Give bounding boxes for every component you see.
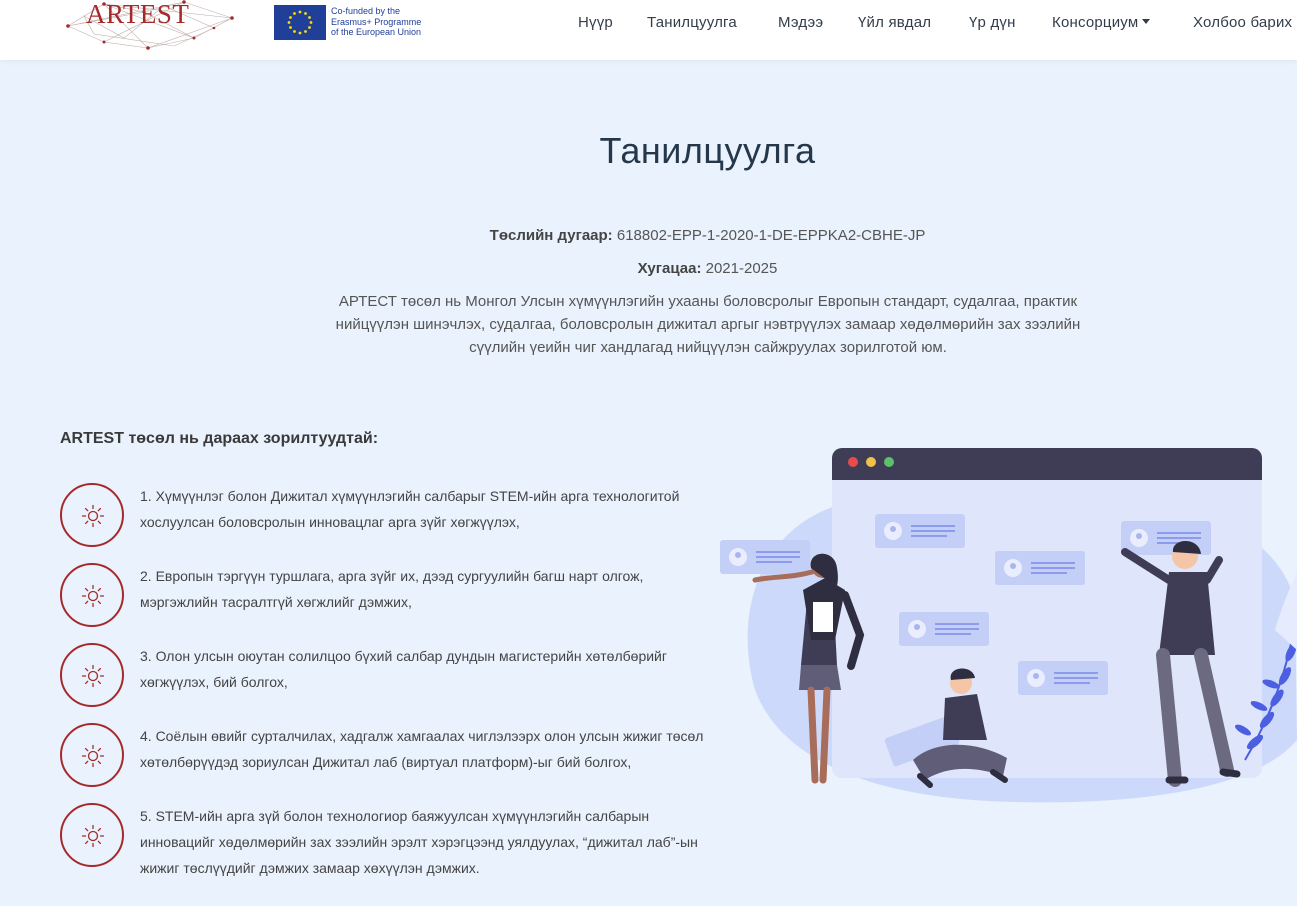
goal-item: 1. Хүмүүнлэг болон Дижитал хүмүүнлэгийн …	[60, 483, 710, 547]
goal-item: 5. STEM-ийн арга зүй болон технологиор б…	[60, 803, 710, 883]
nav-introduction[interactable]: Танилцуулга	[647, 14, 737, 31]
sun-icon	[81, 664, 105, 688]
goal-badge	[60, 723, 124, 787]
nav-results[interactable]: Үр дүн	[969, 14, 1016, 31]
goal-text: 1. Хүмүүнлэг болон Дижитал хүмүүнлэгийн …	[140, 488, 680, 530]
duration-label: Хугацаа:	[637, 260, 702, 277]
sun-icon	[81, 744, 105, 768]
goal-text: 4. Соёлын өвийг сурталчилах, хадгалж хам…	[140, 728, 704, 770]
sun-icon	[81, 584, 105, 608]
eu-text-line: Co-funded by the	[331, 6, 401, 16]
page-title: Танилцуулга	[599, 130, 816, 171]
eu-cofunded-logo: Co-funded by the Erasmus+ Programme of t…	[274, 5, 426, 41]
nav-consortium-dropdown[interactable]: Консорциум	[1052, 14, 1151, 31]
sun-icon	[81, 824, 105, 848]
nav-news[interactable]: Мэдээ	[778, 14, 823, 31]
eu-text-line: of the European Union	[331, 27, 422, 37]
eu-cofunded-text: Co-funded by the Erasmus+ Programme of t…	[331, 6, 427, 38]
nav-events[interactable]: Үйл явдал	[858, 14, 931, 31]
goal-badge	[60, 803, 124, 867]
goal-badge	[60, 643, 124, 707]
goals-heading: ARTEST төсөл нь дараах зорилтуудтай:	[60, 430, 379, 447]
eu-flag-icon	[274, 5, 326, 40]
project-duration: Хугацаа: 2021-2025	[0, 260, 1297, 277]
project-number-value: 618802-EPP-1-2020-1-DE-EPPKA2-CBHE-JP	[616, 227, 926, 244]
project-number-label: Төслийн дугаар:	[489, 227, 613, 244]
goal-text: 3. Олон улсын оюутан солилцоо бүхий салб…	[140, 648, 667, 690]
logo-text: ARTEST	[86, 0, 190, 29]
goal-item: 4. Соёлын өвийг сурталчилах, хадгалж хам…	[60, 723, 710, 787]
eu-text-line: Erasmus+ Programme	[331, 16, 422, 27]
duration-value: 2021-2025	[705, 260, 778, 277]
nav-home[interactable]: Нүүр	[578, 14, 613, 31]
goal-text: 5. STEM-ийн арга зүй болон технологиор б…	[140, 808, 698, 876]
nav-consortium-label: Консорциум	[1052, 14, 1139, 31]
team-illustration	[715, 440, 1297, 810]
goal-text: 2. Европын тэргүүн туршлага, арга зүйг и…	[140, 568, 644, 610]
sun-icon	[81, 504, 105, 528]
nav-contact[interactable]: Холбоо барих	[1193, 14, 1292, 31]
team-collaboration-image	[720, 448, 1297, 803]
caret-down-icon	[1142, 18, 1151, 24]
goal-badge	[60, 563, 124, 627]
site-header: ARTEST Co-funded by the Erasmus+ Program…	[0, 0, 1297, 60]
project-number: Төслийн дугаар: 618802-EPP-1-2020-1-DE-E…	[0, 227, 1297, 244]
goal-item: 2. Европын тэргүүн туршлага, арга зүйг и…	[60, 563, 710, 627]
goal-badge	[60, 483, 124, 547]
project-description: АРТЕСТ төсөл нь Монгол Улсын хүмүүнлэгий…	[335, 293, 1081, 356]
goal-item: 3. Олон улсын оюутан солилцоо бүхий салб…	[60, 643, 710, 707]
artest-logo[interactable]: ARTEST	[64, 0, 236, 52]
